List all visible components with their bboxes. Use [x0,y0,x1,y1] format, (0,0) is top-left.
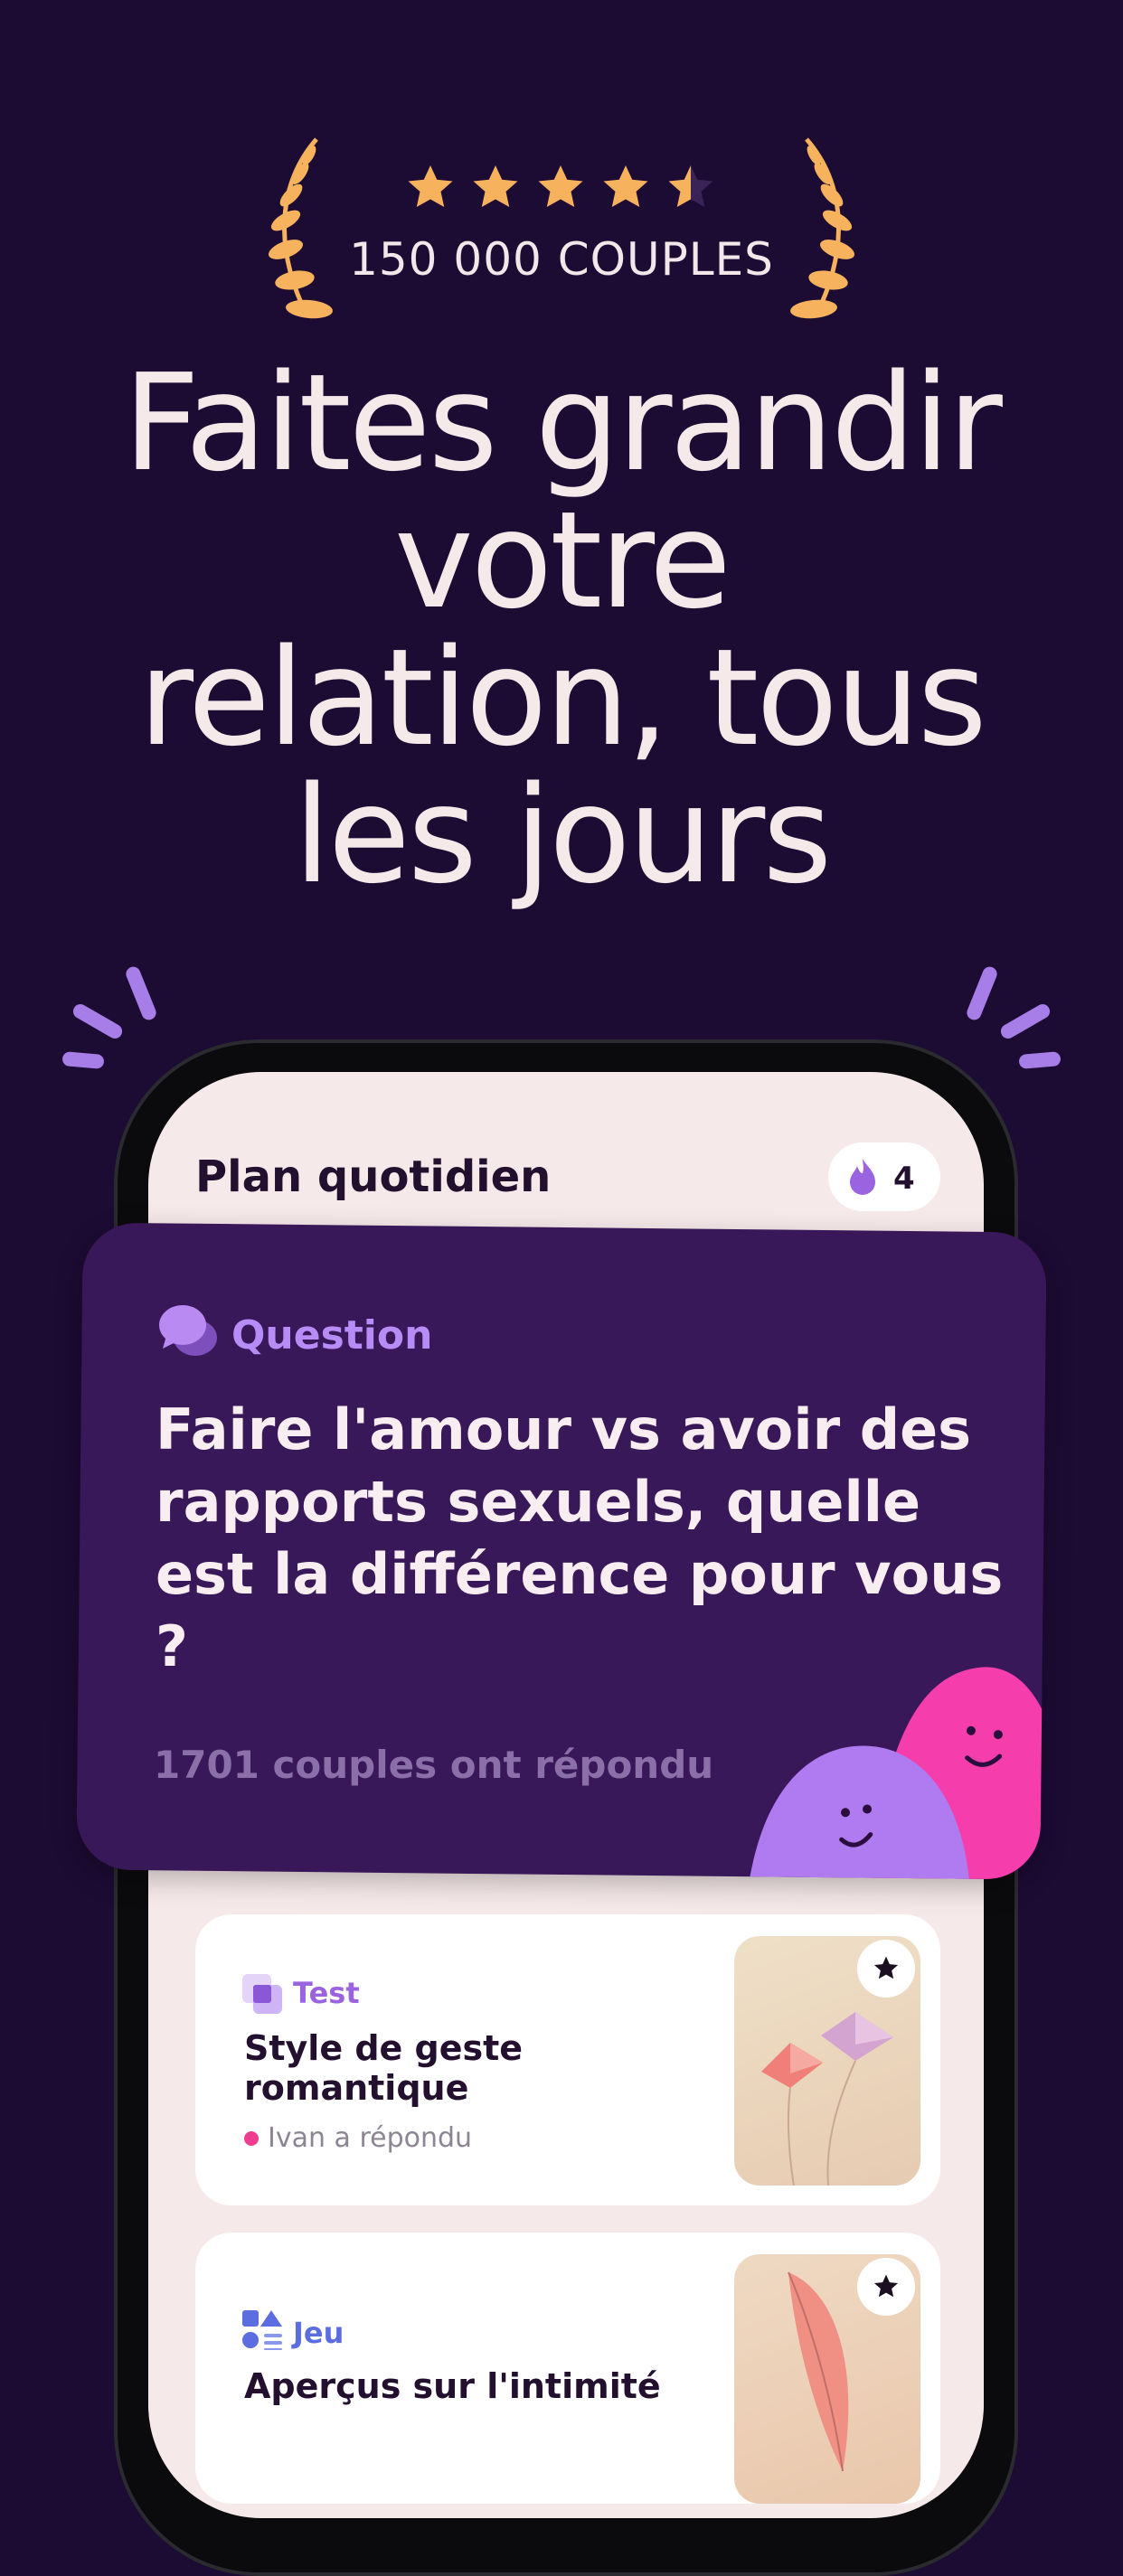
chat-bubbles-icon [159,1305,217,1356]
spark-decoration [964,964,1000,1022]
item-title: Style de geste romantique [244,2028,524,2108]
question-category: Question [231,1312,433,1359]
item-category: Test [293,1976,360,2010]
star-icon [873,1956,899,1979]
item-status: Ivan a répondu [268,2122,473,2154]
spark-decoration [71,1001,125,1041]
rating-stars [403,161,720,215]
spark-decoration [998,1001,1052,1041]
couples-count: 150 000 COUPLES [349,233,774,286]
headline-line: les jours [293,757,833,913]
test-icon [242,1974,282,2014]
item-category: Jeu [293,2316,344,2350]
favorite-button[interactable] [857,2258,915,2316]
answered-count: 1701 couples ont répondu [154,1743,714,1787]
item-title: Aperçus sur l'intimité [244,2366,661,2406]
star-icon [538,165,583,207]
page-title: Plan quotidien [195,1152,552,1202]
laurel-left-icon [268,137,333,319]
star-icon [873,2274,899,2298]
laurel-right-icon [790,137,855,319]
status-dot [244,2131,259,2146]
star-icon [473,165,518,207]
spark-decoration [1018,1051,1062,1069]
star-icon [408,165,453,207]
headline-line: relation, tous [138,620,987,776]
streak-count: 4 [893,1161,915,1197]
spark-decoration [123,964,159,1022]
favorite-button[interactable] [857,1940,915,1998]
headline: Faites grandir votre relation, tous les … [36,354,1087,904]
spark-decoration [61,1051,105,1069]
headline-line: votre [394,483,731,638]
half-star-icon [668,165,713,207]
game-shapes-icon [242,2310,282,2350]
flame-icon [850,1159,875,1195]
mascot-purple [744,1745,971,1880]
question-text: Faire l'amour vs avoir des rapports sexu… [156,1396,1004,1679]
star-icon [603,165,648,207]
streak-badge[interactable] [828,1142,940,1211]
headline-line: Faites grandir [123,345,1003,501]
